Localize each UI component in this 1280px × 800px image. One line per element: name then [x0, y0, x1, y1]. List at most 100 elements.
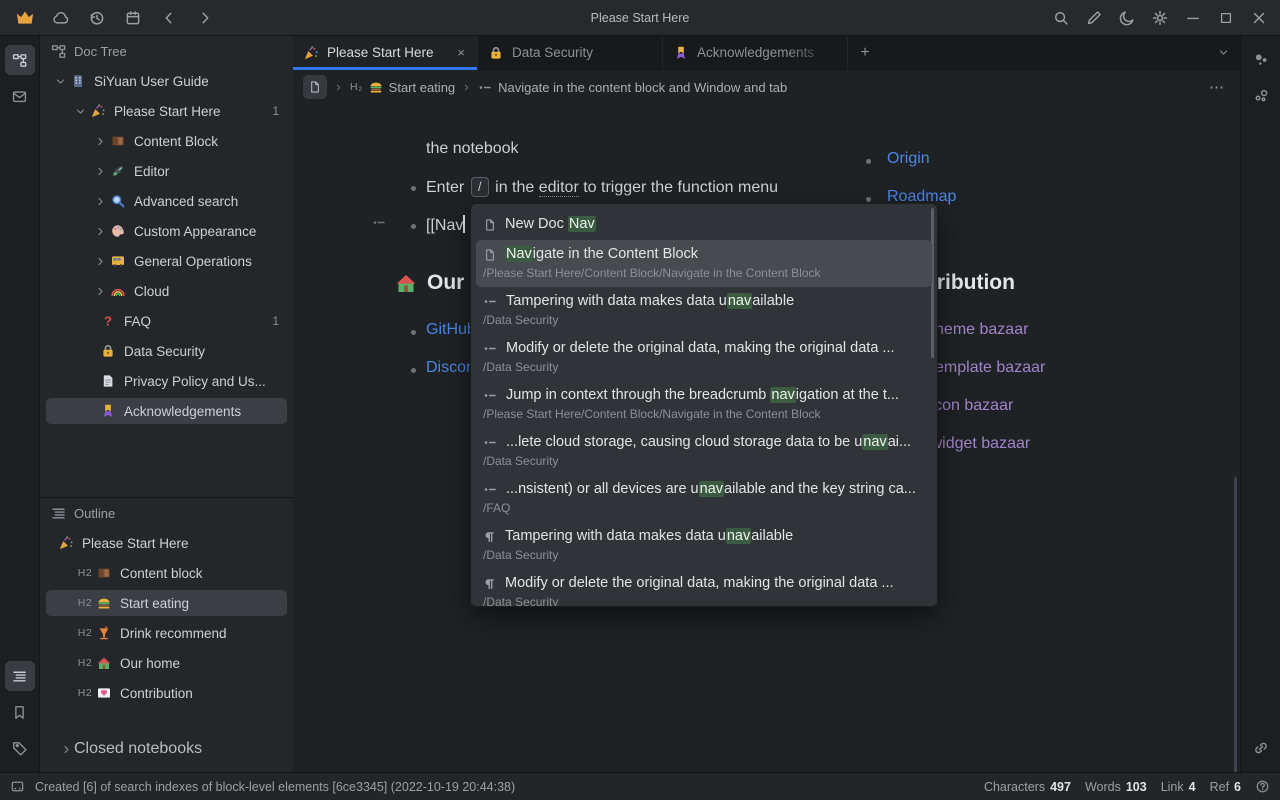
- edit-mode-icon[interactable]: [1081, 5, 1107, 31]
- navigate-forward-icon[interactable]: [192, 5, 218, 31]
- tab-list-chevron-down-icon[interactable]: [1217, 46, 1240, 59]
- workspace-crown-icon[interactable]: [12, 5, 38, 31]
- help-icon[interactable]: [1255, 779, 1270, 794]
- status-stats: Characters497Words103Link4Ref6: [984, 779, 1280, 794]
- doc-tree-item[interactable]: Privacy Policy and Us...: [40, 366, 293, 396]
- editor-tab[interactable]: Please Start Here ×: [293, 36, 478, 70]
- window-close-button[interactable]: [1246, 5, 1272, 31]
- sync-cloud-icon[interactable]: [48, 5, 74, 31]
- search-icon[interactable]: [1048, 5, 1074, 31]
- tab-label: Please Start Here: [327, 45, 447, 60]
- outline-item-label: Our home: [120, 656, 293, 671]
- daily-note-icon[interactable]: [120, 5, 146, 31]
- chevron-icon[interactable]: [92, 135, 108, 148]
- window-maximize-button[interactable]: [1213, 5, 1239, 31]
- backlinks-dock-icon[interactable]: [1246, 733, 1276, 763]
- outline-panel: Outline Please Start Here H2 Content blo…: [40, 497, 293, 772]
- doc-tree-item[interactable]: Editor: [40, 156, 293, 186]
- doc-tree-item[interactable]: Acknowledgements: [40, 396, 293, 426]
- doc-tree-item[interactable]: Custom Appearance: [40, 216, 293, 246]
- chevron-icon[interactable]: [72, 105, 88, 118]
- breadcrumb-more-button[interactable]: ⋯: [1209, 78, 1230, 96]
- doc-tree-item[interactable]: General Operations: [40, 246, 293, 276]
- outline-item[interactable]: Please Start Here: [40, 528, 293, 558]
- tab-close-icon[interactable]: ×: [455, 45, 467, 60]
- search-result-item[interactable]: ...lete cloud storage, causing cloud sto…: [471, 428, 937, 475]
- typing-line[interactable]: [[Nav: [426, 215, 465, 235]
- chevron-icon[interactable]: [92, 195, 108, 208]
- outline-header: Outline: [40, 498, 293, 528]
- editor-scrollbar[interactable]: [1234, 477, 1237, 797]
- new-tab-button[interactable]: +: [848, 36, 882, 70]
- doc-tree-item[interactable]: Cloud: [40, 276, 293, 306]
- outline-item[interactable]: H2 Contribution: [40, 678, 293, 708]
- sidebar: Doc Tree SiYuan User Guide Please Start …: [40, 36, 293, 772]
- search-result-item[interactable]: Navigate in the Content Block /Please St…: [476, 240, 932, 287]
- outline-item[interactable]: H2 Content block: [40, 558, 293, 588]
- doc-emoji-icon: [108, 223, 128, 239]
- doc-tree-item[interactable]: Data Security: [40, 336, 293, 366]
- doc-tree-item[interactable]: Advanced search: [40, 186, 293, 216]
- doc-emoji-icon: [68, 73, 88, 89]
- outline-item[interactable]: H2 Our home: [40, 648, 293, 678]
- doc-tree-item[interactable]: ? FAQ 1: [40, 306, 293, 336]
- doc-tree-item[interactable]: Please Start Here 1: [40, 96, 293, 126]
- breadcrumb-heading-crumb[interactable]: H₂ Start eating: [350, 79, 455, 95]
- search-result-item[interactable]: Modify or delete the original data, maki…: [471, 334, 937, 381]
- closed-notebooks-label: Closed notebooks: [74, 740, 293, 758]
- outline-dock-icon[interactable]: [5, 661, 35, 691]
- doc-tree-item-label: Advanced search: [134, 194, 273, 209]
- settings-gear-icon[interactable]: [1147, 5, 1173, 31]
- tab-bar: Please Start Here × Data Security Acknow…: [293, 36, 1240, 70]
- task-window-icon[interactable]: [10, 779, 25, 794]
- editor-tab[interactable]: Data Security: [478, 36, 663, 70]
- chevron-icon[interactable]: [92, 285, 108, 298]
- origin-link[interactable]: Origin: [887, 150, 930, 168]
- search-result-item[interactable]: ...nsistent) or all devices are unavaila…: [471, 475, 937, 522]
- doc-emoji-icon: [108, 253, 128, 269]
- search-result-item[interactable]: Modify or delete the original data, maki…: [471, 569, 937, 607]
- block-type-icon: [483, 248, 497, 262]
- chevron-icon[interactable]: [92, 165, 108, 178]
- chevron-icon[interactable]: [52, 75, 68, 88]
- global-graph-dock-icon[interactable]: [1246, 81, 1276, 111]
- outline-item[interactable]: H2 Start eating: [40, 588, 293, 618]
- theme-moon-icon[interactable]: [1114, 5, 1140, 31]
- inbox-mail-icon[interactable]: [5, 81, 35, 111]
- history-icon[interactable]: [84, 5, 110, 31]
- status-stat: Ref6: [1210, 780, 1241, 794]
- doc-count-badge: 1: [266, 314, 293, 328]
- graph-dock-icon[interactable]: [1246, 45, 1276, 75]
- chevron-icon[interactable]: [92, 255, 108, 268]
- outline-header-label: Outline: [74, 506, 115, 521]
- search-result-item[interactable]: Jump in context through the breadcrumb n…: [471, 381, 937, 428]
- editor-ref-link[interactable]: editor: [539, 179, 579, 197]
- titlebar: Please Start Here: [0, 0, 1280, 36]
- window-minimize-button[interactable]: [1180, 5, 1206, 31]
- breadcrumb-listitem-label: Navigate in the content block and Window…: [498, 80, 787, 95]
- github-link[interactable]: GitHub: [426, 321, 476, 339]
- bookmark-dock-icon[interactable]: [5, 697, 35, 727]
- outline-item-label: Content block: [120, 566, 293, 581]
- doc-tree-item[interactable]: Content Block: [40, 126, 293, 156]
- search-result-item[interactable]: Tampering with data makes data unavailab…: [471, 287, 937, 334]
- doc-tree-dock-icon[interactable]: [5, 45, 35, 75]
- search-result-title: New Doc Nav: [483, 214, 923, 235]
- outline-item[interactable]: H2 Drink recommend: [40, 618, 293, 648]
- heading-level-badge: H2: [76, 657, 94, 669]
- block-drag-handle[interactable]: [372, 215, 387, 230]
- search-result-item[interactable]: Tampering with data makes data unavailab…: [471, 522, 937, 569]
- doc-emoji-icon: [88, 103, 108, 119]
- doc-tree-item-label: General Operations: [134, 254, 273, 269]
- search-result-item[interactable]: New Doc Nav: [471, 210, 937, 240]
- editor-tab[interactable]: Acknowledgements: [663, 36, 848, 70]
- outline-icon: [50, 505, 67, 522]
- doc-tree-item[interactable]: SiYuan User Guide: [40, 66, 293, 96]
- navigate-back-icon[interactable]: [156, 5, 182, 31]
- heading-emoji-icon: [94, 625, 114, 641]
- chevron-icon[interactable]: [92, 225, 108, 238]
- doc-tree-item-label: Privacy Policy and Us...: [124, 374, 273, 389]
- breadcrumb-listitem-crumb[interactable]: Navigate in the content block and Window…: [478, 80, 787, 95]
- breadcrumb-doc-icon[interactable]: [303, 75, 327, 99]
- tag-dock-icon[interactable]: [5, 733, 35, 763]
